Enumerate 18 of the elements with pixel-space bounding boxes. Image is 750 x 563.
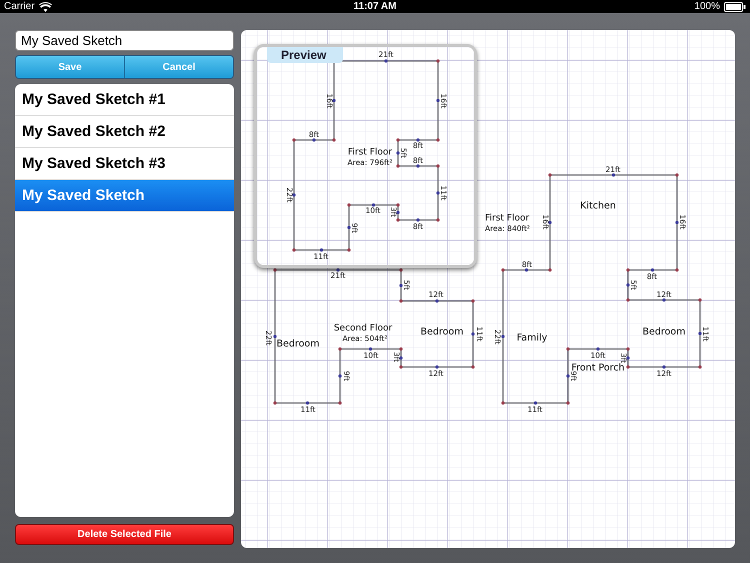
room-label: Bedroom [276, 338, 320, 350]
sketch-list-item[interactable]: My Saved Sketch [15, 180, 234, 212]
delete-button[interactable]: Delete Selected File [15, 524, 234, 545]
floor-name: First Floor [485, 213, 530, 224]
sketch-name-field[interactable]: My Saved Sketch [15, 30, 234, 51]
wifi-icon [38, 2, 52, 12]
floor-name: Second Floor [334, 323, 392, 334]
carrier-label: Carrier [4, 1, 35, 12]
sketch-list-item[interactable]: My Saved Sketch #1 [15, 84, 234, 116]
clock-time: 11:07 AM [354, 1, 396, 12]
sketch-list-item[interactable]: My Saved Sketch #2 [15, 116, 234, 148]
room-label: Kitchen [580, 200, 616, 212]
room-label: Bedroom [420, 326, 464, 338]
battery-percent: 100% [694, 1, 720, 12]
battery-icon [724, 2, 746, 12]
room-label: Bedroom [642, 326, 686, 338]
floor-name: First Floor [348, 147, 392, 158]
room-label: Family [516, 332, 548, 344]
